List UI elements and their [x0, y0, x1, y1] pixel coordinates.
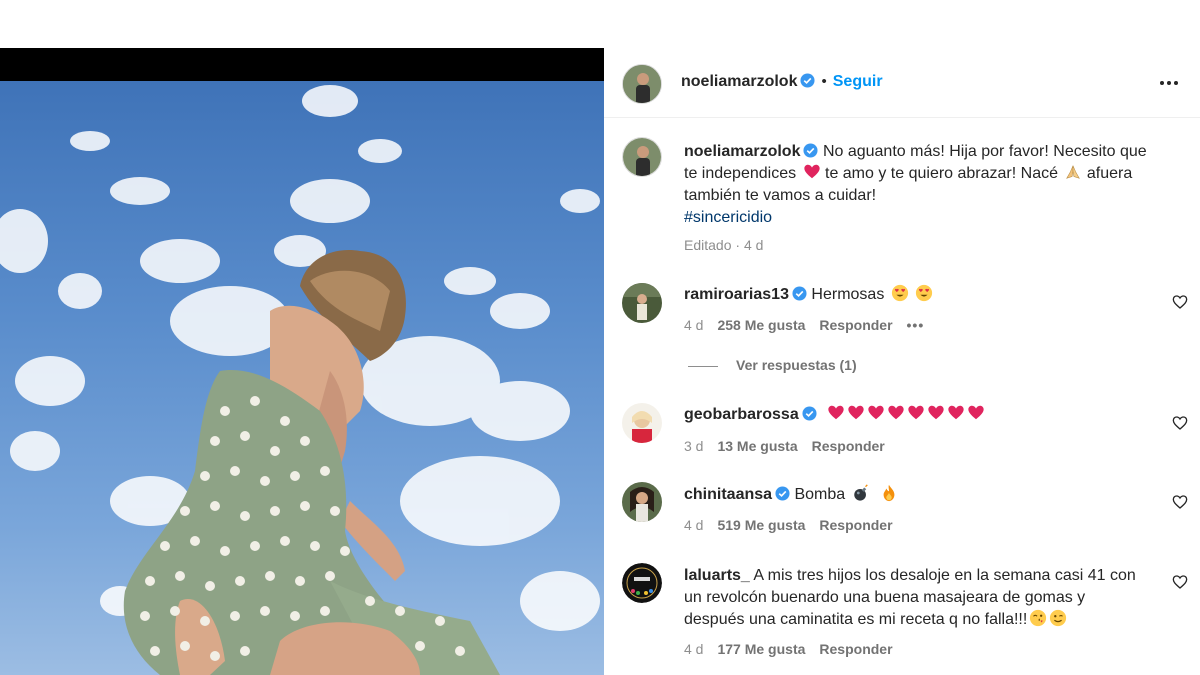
caption-meta: Editado · 4 d — [684, 237, 763, 253]
more-options-icon[interactable] — [1160, 72, 1184, 92]
comment-item: geobarbarossa — [684, 404, 1164, 426]
comment-username[interactable]: geobarbarossa — [684, 406, 799, 423]
caption-text-line-2c: afuera — [1082, 165, 1133, 182]
red-heart-icon — [848, 405, 864, 420]
heart-eyes-emoji-icon — [916, 284, 933, 302]
comment-text-line-3: después una caminatita es mi receta q no… — [684, 611, 1028, 628]
commenter-avatar[interactable] — [622, 563, 662, 603]
media-letterbox-bar — [0, 48, 604, 81]
header-separator: • — [821, 73, 827, 90]
comment-text-line-1: A mis tres hijos los desaloje en la sema… — [753, 567, 1136, 584]
red-heart-icon — [928, 405, 944, 420]
reply-button[interactable]: Responder — [819, 641, 892, 657]
fire-emoji-icon — [883, 484, 895, 502]
comment-text: Hermosas — [811, 286, 885, 303]
comment-text-line-2: un revolcón buenardo una buena masajeara… — [684, 589, 1086, 606]
post-media-panel — [0, 48, 604, 675]
post-caption: noeliamarzolok No aguanto más! Hija por … — [684, 141, 1184, 229]
commenter-avatar[interactable] — [622, 482, 662, 522]
view-replies-label: Ver respuestas (1) — [736, 357, 857, 373]
view-replies-button[interactable]: Ver respuestas (1) — [688, 357, 857, 373]
like-heart-icon[interactable] — [1172, 415, 1188, 431]
red-heart-icon — [868, 405, 884, 420]
comment-time[interactable]: 3 d — [684, 438, 703, 454]
reply-button[interactable]: Responder — [819, 317, 892, 333]
comment-text: Bomba — [794, 486, 846, 503]
comment-time[interactable]: 4 d — [684, 317, 703, 333]
red-heart-icon — [908, 405, 924, 420]
red-heart-icon — [968, 405, 984, 420]
caption-username[interactable]: noeliamarzolok — [684, 143, 800, 160]
comment-item: chinitaansa Bomba — [684, 484, 1164, 506]
edited-label: Editado — [684, 237, 732, 253]
bomb-emoji-icon — [853, 484, 868, 501]
comment-item: ramiroarias13 Hermosas — [684, 284, 1164, 306]
comment-likes[interactable]: 177 Me gusta — [717, 641, 805, 657]
verified-badge-icon — [775, 486, 790, 501]
comment-meta: 4 d 519 Me gusta Responder — [684, 517, 907, 533]
caption-text-line-2: te independices — [684, 165, 797, 182]
comment-likes[interactable]: 519 Me gusta — [717, 517, 805, 533]
post-photo[interactable] — [0, 81, 604, 675]
header-user-line: noeliamarzolok • Seguir — [681, 73, 883, 91]
verified-badge-icon — [800, 73, 816, 88]
verified-badge-icon — [792, 286, 807, 301]
heart-eyes-emoji-icon — [891, 284, 908, 302]
meta-dot: · — [735, 237, 741, 253]
comment-meta: 4 d 177 Me gusta Responder — [684, 641, 907, 657]
wink-emoji-icon — [1050, 609, 1067, 627]
commenter-avatar[interactable] — [622, 283, 662, 323]
red-heart-icon — [888, 405, 904, 420]
verified-badge-icon — [802, 406, 817, 421]
comment-meta: 3 d 13 Me gusta Responder — [684, 438, 899, 454]
caption-author-avatar[interactable] — [622, 137, 662, 177]
red-heart-icon — [948, 405, 964, 420]
like-heart-icon[interactable] — [1172, 294, 1188, 310]
caption-text-line-3: también te vamos a cuidar! — [684, 187, 877, 204]
caption-text-line-2b: te amo y te quiero abrazar! Nacé — [820, 165, 1058, 182]
caption-text-line-1: No aguanto más! Hija por favor! Necesito… — [822, 143, 1147, 160]
comment-likes[interactable]: 258 Me gusta — [717, 317, 805, 333]
praying-hands-icon — [1066, 165, 1081, 179]
follow-button[interactable]: Seguir — [833, 73, 883, 90]
verified-badge-icon — [803, 143, 819, 158]
heart-emojis — [825, 405, 985, 423]
author-avatar[interactable] — [622, 64, 662, 104]
hashtag-link[interactable]: #sincericidio — [684, 207, 1184, 229]
post-header: noeliamarzolok • Seguir — [604, 48, 1200, 118]
red-heart-icon — [803, 164, 820, 179]
wink-kiss-emoji-icon — [1030, 609, 1047, 627]
post-time[interactable]: 4 d — [744, 237, 763, 253]
like-heart-icon[interactable] — [1172, 574, 1188, 590]
reply-button[interactable]: Responder — [819, 517, 892, 533]
comment-username[interactable]: laluarts_ — [684, 567, 750, 584]
commenter-avatar[interactable] — [622, 403, 662, 443]
post-details-panel: noeliamarzolok • Seguir noeliamarzolok No … — [604, 48, 1200, 675]
comment-time[interactable]: 4 d — [684, 517, 703, 533]
comment-more-button[interactable]: ••• — [907, 317, 925, 333]
comment-item: laluarts_ A mis tres hijos los desaloje … — [684, 565, 1174, 631]
comment-username[interactable]: chinitaansa — [684, 486, 772, 503]
comment-time[interactable]: 4 d — [684, 641, 703, 657]
author-username[interactable]: noeliamarzolok — [681, 73, 797, 90]
reply-button[interactable]: Responder — [812, 438, 885, 454]
replies-divider — [688, 365, 718, 367]
comment-username[interactable]: ramiroarias13 — [684, 286, 789, 303]
comment-meta: 4 d 258 Me gusta Responder ••• — [684, 317, 938, 333]
red-heart-icon — [828, 405, 844, 420]
like-heart-icon[interactable] — [1172, 494, 1188, 510]
comment-likes[interactable]: 13 Me gusta — [717, 438, 797, 454]
